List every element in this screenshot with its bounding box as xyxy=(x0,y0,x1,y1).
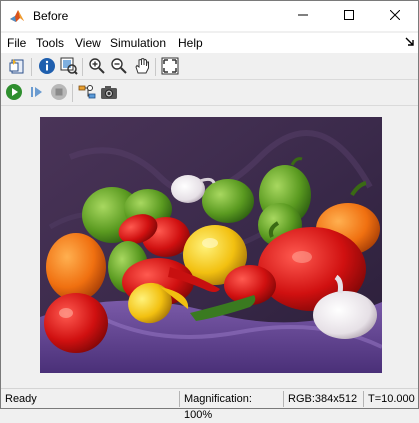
menu-tools[interactable]: Tools xyxy=(36,36,64,50)
run-button[interactable] xyxy=(4,83,24,103)
menu-bar: File Tools View Simulation Help xyxy=(1,33,418,53)
status-bar: Ready Magnification: 100% RGB:384x512 T=… xyxy=(1,388,418,421)
close-icon xyxy=(389,9,401,23)
image-info-icon xyxy=(60,57,78,78)
app-window: Before File Tools View Simulation Help R… xyxy=(0,0,419,421)
fit-to-window-button[interactable] xyxy=(160,57,180,77)
window-title: Before xyxy=(33,9,69,23)
dock-arrow-icon[interactable] xyxy=(405,37,414,49)
step-forward-button[interactable] xyxy=(27,83,47,103)
new-figure-button[interactable] xyxy=(7,57,27,77)
zoom-out-button[interactable] xyxy=(109,57,129,77)
status-state: Ready xyxy=(5,393,37,405)
maximize-button[interactable] xyxy=(326,1,372,31)
peppers-image xyxy=(40,117,382,373)
matlab-logo-icon xyxy=(9,8,25,24)
toolbar-simulation xyxy=(1,80,418,106)
info-button[interactable] xyxy=(37,57,57,77)
title-bar[interactable]: Before xyxy=(1,1,418,31)
step-forward-icon xyxy=(28,83,46,104)
stop-button[interactable] xyxy=(49,83,69,103)
minimize-icon xyxy=(298,9,308,23)
menu-file[interactable]: File xyxy=(7,36,26,50)
toolbar-image xyxy=(1,54,418,80)
snapshot-icon xyxy=(100,83,118,104)
toolbar-divider xyxy=(155,58,156,76)
status-rgb: RGB:384x512 xyxy=(283,391,363,407)
stop-icon xyxy=(50,83,68,104)
status-magnification: Magnification: 100% xyxy=(179,391,283,421)
image-info-button[interactable] xyxy=(59,57,79,77)
maximize-icon xyxy=(344,9,354,23)
pan-hand-icon xyxy=(133,57,151,78)
pan-button[interactable] xyxy=(132,57,152,77)
zoom-in-button[interactable] xyxy=(87,57,107,77)
configure-button[interactable] xyxy=(77,83,97,103)
zoom-out-icon xyxy=(110,57,128,78)
run-icon xyxy=(5,83,23,104)
info-icon xyxy=(38,57,56,78)
configure-icon xyxy=(78,83,96,104)
new-figure-icon xyxy=(8,57,26,78)
zoom-in-icon xyxy=(88,57,106,78)
fit-to-window-icon xyxy=(161,57,179,78)
snapshot-button[interactable] xyxy=(99,83,119,103)
toolbar-divider xyxy=(82,58,83,76)
close-button[interactable] xyxy=(372,1,418,31)
toolbar-divider xyxy=(31,58,32,76)
image-viewport[interactable] xyxy=(1,107,418,387)
menu-help[interactable]: Help xyxy=(178,36,203,50)
minimize-button[interactable] xyxy=(280,1,326,31)
toolbar-divider xyxy=(72,84,73,102)
menu-view[interactable]: View xyxy=(75,36,101,50)
menu-simulation[interactable]: Simulation xyxy=(110,36,166,50)
status-time: T=10.000 xyxy=(363,391,418,407)
